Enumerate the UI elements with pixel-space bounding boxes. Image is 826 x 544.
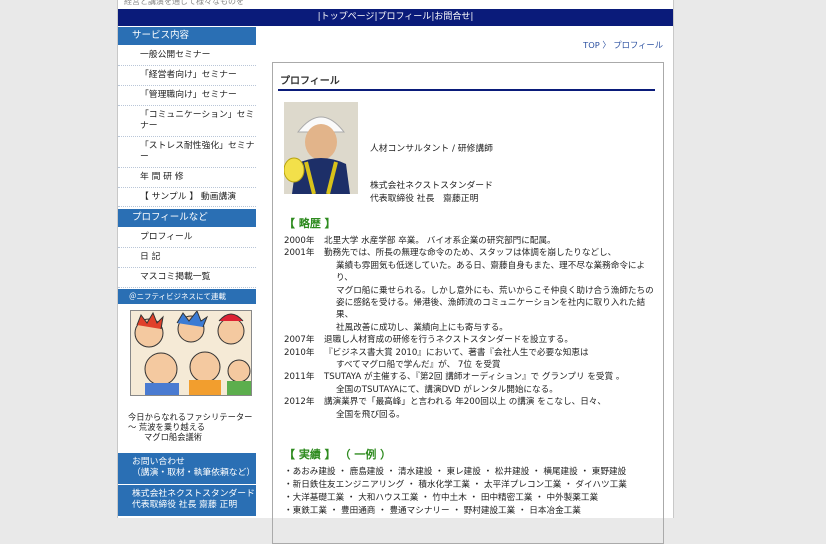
history-text: 勤務先では、所長の無理な命令のため、スタッフは体調を崩したりなどし、 業績も雰囲気…	[324, 247, 659, 334]
sidebar-item-stress-seminar[interactable]: 「ストレス耐性強化」セミナー	[118, 137, 256, 168]
history-line: 『ビジネス書大賞 2010』において、著書『会社人生で必要な知恵は	[324, 347, 589, 358]
sidebar: サービス内容 一般公開セミナー 「経営者向け」セミナー 「管理職向け」セミナー …	[118, 27, 256, 517]
company-name: 株式会社ネクストスタンダード	[132, 489, 255, 499]
profile-box: プロフィール 人材コンサルタント / 研修講師 株式会社ネクストスタンダード 代…	[272, 62, 664, 544]
client-line: ・新日鉄住友エンジニアリング ・ 積水化学工業 ・ 太平洋プレコン工業 ・ ダイ…	[284, 480, 627, 490]
history-text: 北里大学 水産学部 卒業。 バイオ系企業の研究部門に配属。	[324, 235, 659, 247]
sidebar-item-media[interactable]: マスコミ掲載一覧	[118, 268, 256, 288]
history-line: TSUTAYA が主催する、『第2回 講師オーディション』で グランプリ を受賞…	[324, 372, 625, 383]
history-line: 退職し人材育成の研修を行うネクストスタンダードを設立する。	[324, 335, 573, 346]
history-line: 業績も雰囲気も低迷していた。ある日、齋藤自身もまた、理不尽な業務命令により、	[336, 260, 646, 284]
results-heading: 【 実績 】 （ 一例 ）	[284, 448, 392, 461]
caption-line-3: マグロ船会議術	[144, 432, 203, 442]
history-line: 講演業界で「最高峰」と言われる 年200回以上 の講演 をこなし、日々、	[324, 397, 606, 408]
profile-ceo: 代表取締役 社長 齋藤正明	[370, 194, 479, 204]
caption-line-2: 〜 荒波を乗り越える	[128, 422, 206, 432]
breadcrumb-top-link[interactable]: TOP	[583, 40, 600, 50]
history-row: 2012年 講演業界で「最高峰」と言われる 年200回以上 の講演 をこなし、日々…	[284, 396, 659, 421]
history-year: 2001年	[284, 248, 315, 259]
sidebar-item-communication-seminar[interactable]: 「コミュニケーション」セミナー	[118, 106, 256, 137]
sidebar-item-sample-video[interactable]: 【 サンプル 】 動画講演	[118, 188, 256, 207]
company-box: 株式会社ネクストスタンダード 代表取締役 社長 齋藤 正明	[118, 485, 256, 517]
history-year: 2010年	[284, 347, 315, 358]
nav-profile-link[interactable]: プロフィール	[377, 12, 431, 22]
caption-line-1: 今日からなれるファシリテーター	[128, 412, 253, 422]
sidebar-item-manager-seminar[interactable]: 「管理職向け」セミナー	[118, 86, 256, 106]
serial-banner-title[interactable]: ＠ニフティビジネスにて連載	[118, 289, 256, 304]
sidebar-item-public-seminar[interactable]: 一般公開セミナー	[118, 46, 256, 66]
history-line: 姿に感銘を受ける。帰港後、漁師流のコミュニケーションを社内に取り入れた結果、	[336, 298, 646, 321]
history-row: 2000年 北里大学 水産学部 卒業。 バイオ系企業の研究部門に配属。	[284, 235, 659, 247]
history-list: 2000年 北里大学 水産学部 卒業。 バイオ系企業の研究部門に配属。 2001年勤…	[284, 235, 659, 421]
history-line: 北里大学 水産学部 卒業。 バイオ系企業の研究部門に配属。	[324, 236, 556, 246]
contact-button[interactable]: お問い合わせ （講演・取材・執筆依頼など）	[118, 453, 256, 485]
history-line: すべてマグロ船で学んだ』が、 7位 を受賞	[336, 360, 501, 371]
history-text: 講演業界で「最高峰」と言われる 年200回以上 の講演 をこなし、日々、 全国を飛…	[324, 396, 659, 421]
profile-company: 株式会社ネクストスタンダード	[370, 181, 493, 191]
main-content: TOP 〉 プロフィール プロフィール 人材コンサルタント / 研修講師 株式会…	[264, 27, 669, 544]
history-line: 勤務先では、所長の無理な命令のため、スタッフは体調を崩したりなどし、	[324, 248, 617, 259]
history-text: 退職し人材育成の研修を行うネクストスタンダードを設立する。	[324, 334, 659, 346]
history-line: 全国を飛び回る。	[336, 409, 405, 420]
client-line: ・東鉄工業 ・ 豊田通商 ・ 豊通マシナリー ・ 野村建設工業 ・ 日本冶金工業	[284, 506, 581, 516]
nav-top-link[interactable]: トップページ	[321, 12, 375, 22]
contact-sublabel: （講演・取材・執筆依頼など）	[132, 468, 256, 478]
history-line: マグロ船に乗せられる。しかし意外にも、荒いからこそ仲良く助け合う漁師たちの	[336, 285, 654, 296]
history-year: 2007年	[284, 335, 315, 346]
history-row: 2001年 勤務先では、所長の無理な命令のため、スタッフは体調を崩したりなどし、業…	[284, 247, 659, 334]
history-text: 『ビジネス書大賞 2010』において、著書『会社人生で必要な知恵はすべてマグロ船…	[324, 347, 659, 372]
sidebar-item-diary[interactable]: 日 記	[118, 248, 256, 268]
sidebar-item-annual-training[interactable]: 年 間 研 修	[118, 168, 256, 188]
history-year: 2011年	[284, 372, 315, 383]
history-year: 2012年	[284, 397, 315, 408]
serial-banner-caption[interactable]: 今日からなれるファシリテーター 〜 荒波を乗り越える マグロ船会議術	[128, 412, 256, 442]
history-line: 社風改善に成功し、業績向上にも寄与する。	[336, 322, 508, 333]
sidebar-heading-profile: プロフィールなど	[118, 209, 256, 228]
history-year: 2000年	[284, 236, 315, 246]
history-text: TSUTAYA が主催する、『第2回 講師オーディション』で グランプリ を受賞…	[324, 371, 659, 396]
breadcrumb-current: プロフィール	[613, 40, 663, 50]
comic-banner-image[interactable]	[130, 310, 252, 396]
history-heading: 【 略歴 】	[284, 217, 336, 230]
sidebar-heading-services: サービス内容	[118, 27, 256, 46]
global-nav: |トップページ|プロフィール|お問合せ|	[118, 8, 673, 26]
breadcrumb: TOP 〉 プロフィール	[264, 39, 669, 51]
profile-title: プロフィール	[278, 72, 655, 91]
history-line: 全国のTSUTAYAにて、講演DVD がレンタル開始になる。	[336, 384, 558, 395]
history-row: 2011年 TSUTAYA が主催する、『第2回 講師オーディション』で グランプ…	[284, 371, 659, 396]
page-container: 経営と講演を通じて様々なものを |トップページ|プロフィール|お問合せ| サービ…	[117, 0, 674, 544]
sidebar-item-profile[interactable]: プロフィール	[118, 228, 256, 248]
client-line: ・大洋基礎工業 ・ 大和ハウス工業 ・ 竹中土木 ・ 田中精密工業 ・ 中外製薬…	[284, 493, 599, 503]
nav-contact-link[interactable]: お問合せ	[434, 12, 470, 22]
history-row: 2010年 『ビジネス書大賞 2010』において、著書『会社人生で必要な知恵はすべ…	[284, 347, 659, 372]
company-ceo: 代表取締役 社長 齋藤 正明	[132, 500, 238, 510]
contact-label: お問い合わせ	[132, 457, 185, 467]
client-list: ・あおみ建設 ・ 鹿島建設 ・ 清水建設 ・ 東レ建設 ・ 松井建設 ・ 横尾建…	[284, 466, 659, 518]
profile-role: 人材コンサルタント / 研修講師	[370, 144, 493, 154]
history-row: 2007年 退職し人材育成の研修を行うネクストスタンダードを設立する。	[284, 334, 659, 346]
sidebar-item-executive-seminar[interactable]: 「経営者向け」セミナー	[118, 66, 256, 86]
profile-photo	[284, 102, 358, 194]
top-strip: 経営と講演を通じて様々なものを	[124, 0, 244, 6]
client-line: ・あおみ建設 ・ 鹿島建設 ・ 清水建設 ・ 東レ建設 ・ 松井建設 ・ 横尾建…	[284, 467, 627, 477]
breadcrumb-separator: 〉	[602, 40, 611, 50]
